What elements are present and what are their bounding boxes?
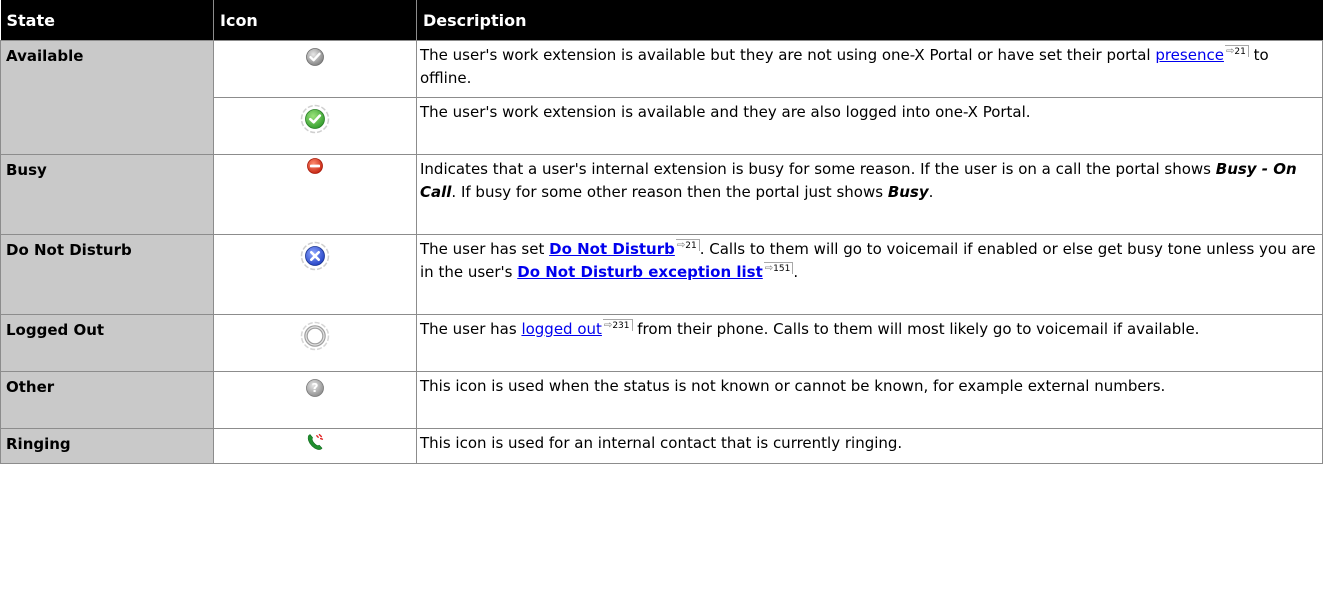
description-cell: This icon is used when the status is not… (416, 371, 1323, 429)
icon-cell (213, 40, 417, 98)
table-row: Logged Out The user has logged out ⇨231 f… (0, 314, 1323, 372)
description-cell: The user has set Do Not Disturb ⇨21. Call… (416, 234, 1323, 315)
table-row: Do Not Disturb The user has set Do Not D… (0, 234, 1323, 315)
presence-link[interactable]: presence (1155, 46, 1224, 64)
description-text: This icon is used for an internal contac… (420, 434, 903, 452)
table-row: Busy Indicates that a user's internal ex… (0, 154, 1323, 235)
description-cell: Indicates that a user's internal extensi… (416, 154, 1323, 235)
header-state: State (0, 0, 214, 41)
header-description: Description (416, 0, 1323, 41)
status-table: State Icon Description Available The use… (0, 0, 1323, 464)
icon-cell (213, 428, 417, 464)
do-not-disturb-link[interactable]: Do Not Disturb (549, 240, 675, 258)
icon-cell (213, 314, 417, 372)
description-text: . (793, 263, 799, 281)
svg-text:?: ? (311, 381, 318, 395)
description-text: from their phone. Calls to them will mos… (632, 320, 1200, 338)
emphasis-text: Busy (887, 183, 929, 201)
table-row: Available The user's work extension is a… (0, 40, 1323, 155)
description-cell: The user has logged out ⇨231 from their p… (416, 314, 1323, 372)
question-circle-icon: ? (305, 379, 325, 398)
dnd-exception-list-link[interactable]: Do Not Disturb exception list (517, 263, 763, 281)
icon-cell: ? (213, 371, 417, 429)
page-ref[interactable]: ⇨21 (675, 239, 700, 251)
description-text: Indicates that a user's internal extensi… (420, 160, 1216, 178)
state-busy: Busy (0, 154, 214, 235)
blue-x-circle-icon (300, 241, 330, 271)
description-text: The user has set (420, 240, 550, 258)
state-available: Available (0, 40, 214, 155)
grey-check-circle-icon (305, 48, 325, 67)
description-text: . (928, 183, 934, 201)
description-text: The user's work extension is available a… (420, 103, 1031, 121)
description-cell: The user's work extension is available a… (416, 97, 1323, 155)
description-cell: This icon is used for an internal contac… (416, 428, 1323, 464)
page-ref[interactable]: ⇨151 (763, 262, 794, 274)
header-row: State Icon Description (0, 0, 1323, 41)
description-text: This icon is used when the status is not… (420, 377, 1166, 395)
green-phone-ringing-icon (305, 433, 325, 452)
table-row: Ringing This icon is used for an interna… (0, 428, 1323, 464)
header-icon: Icon (213, 0, 417, 41)
green-check-circle-icon (300, 104, 330, 134)
icon-cell (213, 234, 417, 315)
state-do-not-disturb: Do Not Disturb (0, 234, 214, 315)
state-ringing: Ringing (0, 428, 214, 464)
page-ref[interactable]: ⇨231 (602, 319, 633, 331)
table-row: Other ? This icon is used when the statu… (0, 371, 1323, 429)
page-ref-arrow-icon: ⇨ (764, 263, 774, 274)
logged-out-link[interactable]: logged out (521, 320, 601, 338)
description-text: The user's work extension is available b… (420, 46, 1156, 64)
icon-cell (213, 154, 417, 235)
icon-cell (213, 97, 417, 155)
page-ref[interactable]: ⇨21 (1224, 45, 1249, 57)
red-no-entry-icon (306, 158, 324, 177)
state-logged-out: Logged Out (0, 314, 214, 372)
grey-ring-icon (300, 321, 330, 351)
description-cell: The user's work extension is available b… (416, 40, 1323, 98)
state-other: Other (0, 371, 214, 429)
description-text: . If busy for some other reason then the… (451, 183, 888, 201)
description-text: The user has (420, 320, 522, 338)
